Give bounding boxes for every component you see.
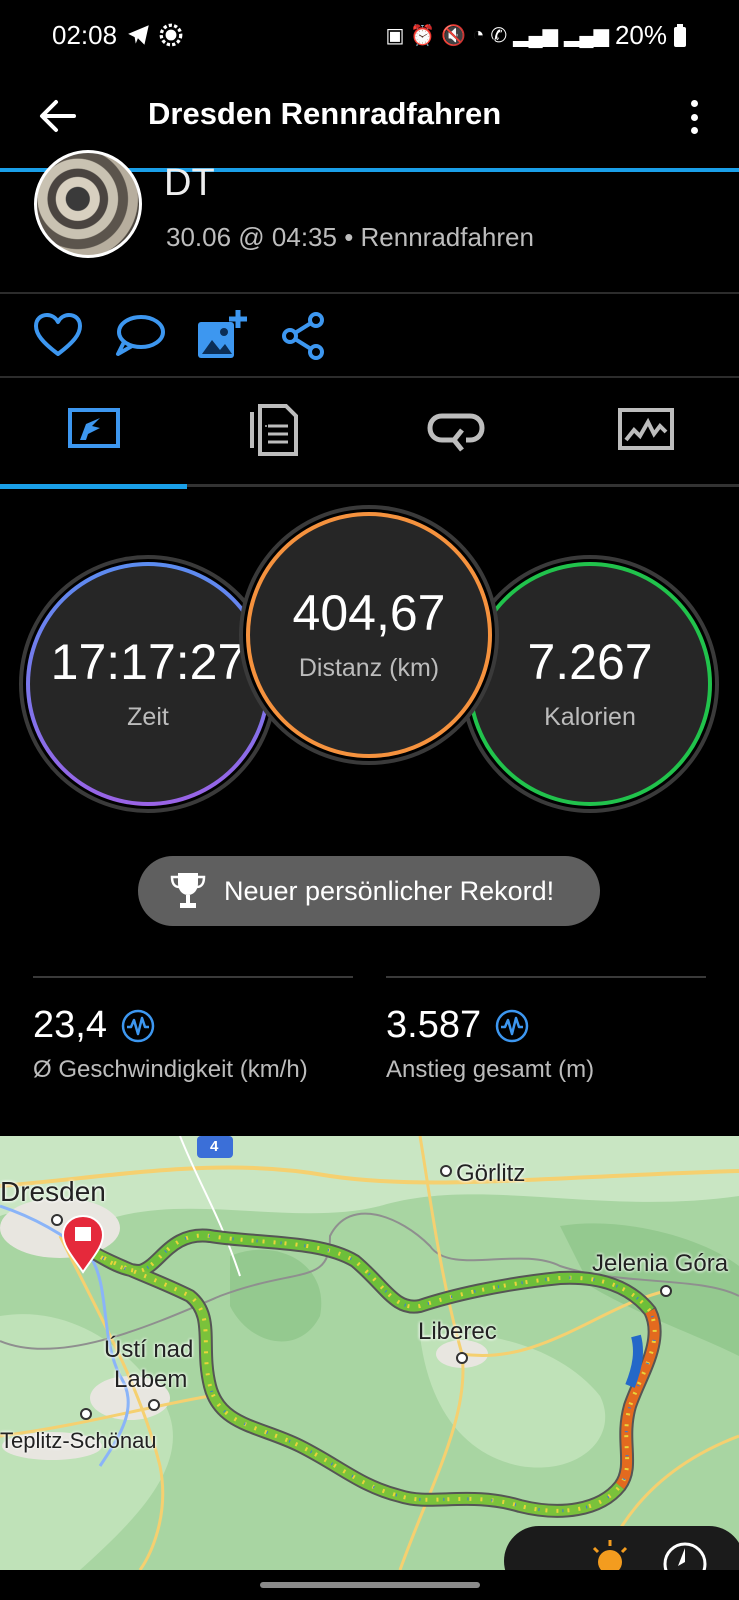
map-label-liberec: Liberec <box>418 1318 497 1345</box>
status-icons: ▣ ⏰ 🔇 ◔ ✆ ▂▄▆ ▂▄▆ 20% <box>386 20 688 51</box>
avatar[interactable] <box>34 150 142 258</box>
telegram-icon <box>128 25 149 45</box>
back-arrow-icon[interactable] <box>34 92 82 140</box>
battery-percent: 20% <box>614 20 667 50</box>
share-icon[interactable] <box>276 308 332 364</box>
laps-tab-icon[interactable] <box>426 400 486 460</box>
map-label-usti-1: Ústí nad <box>104 1336 194 1363</box>
map-label-usti-2: Labem <box>114 1366 188 1393</box>
time-label: Zeit <box>127 702 169 731</box>
distance-value: 404,67 <box>292 584 446 641</box>
distance-metric: 404,67 Distanz (km) <box>246 512 492 758</box>
calories-metric: 7.267 Kalorien <box>468 562 712 806</box>
page-title: Dresden Rennradfahren <box>148 96 502 131</box>
alarm-icon: ⏰ <box>410 25 436 47</box>
time-metric: 17:17:27 Zeit <box>26 562 270 806</box>
performance-wave-icon[interactable] <box>495 1009 529 1043</box>
overflow-menu-icon[interactable] <box>679 94 709 140</box>
trophy-icon <box>170 873 206 908</box>
action-row <box>0 300 739 374</box>
calories-value: 7.267 <box>527 633 653 690</box>
wifi-call-icon: ✆ <box>490 25 508 47</box>
calories-label: Kalorien <box>544 702 636 731</box>
stat-divider <box>33 976 353 978</box>
home-gesture-handle[interactable] <box>260 1582 480 1588</box>
distance-label: Distanz (km) <box>298 653 440 682</box>
total-ascent: 3.587 <box>386 1004 529 1047</box>
status-time: 02:08 <box>52 20 118 50</box>
performance-wave-icon[interactable] <box>121 1009 155 1043</box>
route-map[interactable]: 4 Dresden Görlitz Jelenia Góra Liberec Ú… <box>0 1136 739 1570</box>
add-photo-icon[interactable] <box>194 308 250 364</box>
sun-icon <box>592 1540 628 1570</box>
overview-tab-icon[interactable] <box>66 400 126 460</box>
avg-speed: 23,4 <box>33 1004 155 1047</box>
signal-icon: ▂▄▆ <box>513 25 559 47</box>
avg-speed-label: Ø Geschwindigkeit (km/h) <box>33 1056 308 1083</box>
total-ascent-value: 3.587 <box>386 1004 482 1046</box>
finish-pin-icon <box>61 1214 105 1274</box>
active-tab-indicator <box>0 484 187 489</box>
charts-tab-icon[interactable] <box>616 400 676 460</box>
mute-icon: 🔇 <box>441 25 467 47</box>
map-label-goerlitz: Görlitz <box>456 1160 526 1187</box>
total-ascent-label: Anstieg gesamt (m) <box>386 1056 595 1083</box>
status-bar: 02:08 ▣ ⏰ 🔇 ◔ ✆ ▂▄▆ ▂▄▆ 20% <box>0 0 739 70</box>
activity-subtitle: 30.06 @ 04:35 • Rennradfahren <box>166 222 534 252</box>
map-label-dresden: Dresden <box>0 1176 106 1207</box>
personal-record-text: Neuer persönlicher Rekord! <box>224 875 555 906</box>
wind-compass-icon <box>663 1542 707 1570</box>
wifi-icon: ◔ <box>472 24 485 46</box>
avg-speed-value: 23,4 <box>33 1004 107 1046</box>
notification-badge-icon <box>159 23 183 47</box>
map-label-jelenia-gora: Jelenia Góra <box>592 1250 729 1277</box>
battery-saver-icon: ▣ <box>385 25 405 47</box>
details-tab-icon[interactable] <box>246 400 306 460</box>
road-number: 4 <box>210 1138 219 1155</box>
divider <box>0 376 739 378</box>
personal-record-badge[interactable]: Neuer persönlicher Rekord! <box>138 856 600 926</box>
map-label-teplitz: Teplitz-Schönau <box>0 1428 157 1453</box>
comment-icon[interactable] <box>112 308 168 364</box>
heart-icon[interactable] <box>30 308 86 364</box>
stat-divider <box>386 976 706 978</box>
signal2-icon: ▂▄▆ <box>564 25 609 47</box>
activity-name: DT <box>164 162 215 202</box>
divider <box>0 292 739 294</box>
battery-icon <box>674 23 686 47</box>
time-value: 17:17:27 <box>50 633 246 690</box>
